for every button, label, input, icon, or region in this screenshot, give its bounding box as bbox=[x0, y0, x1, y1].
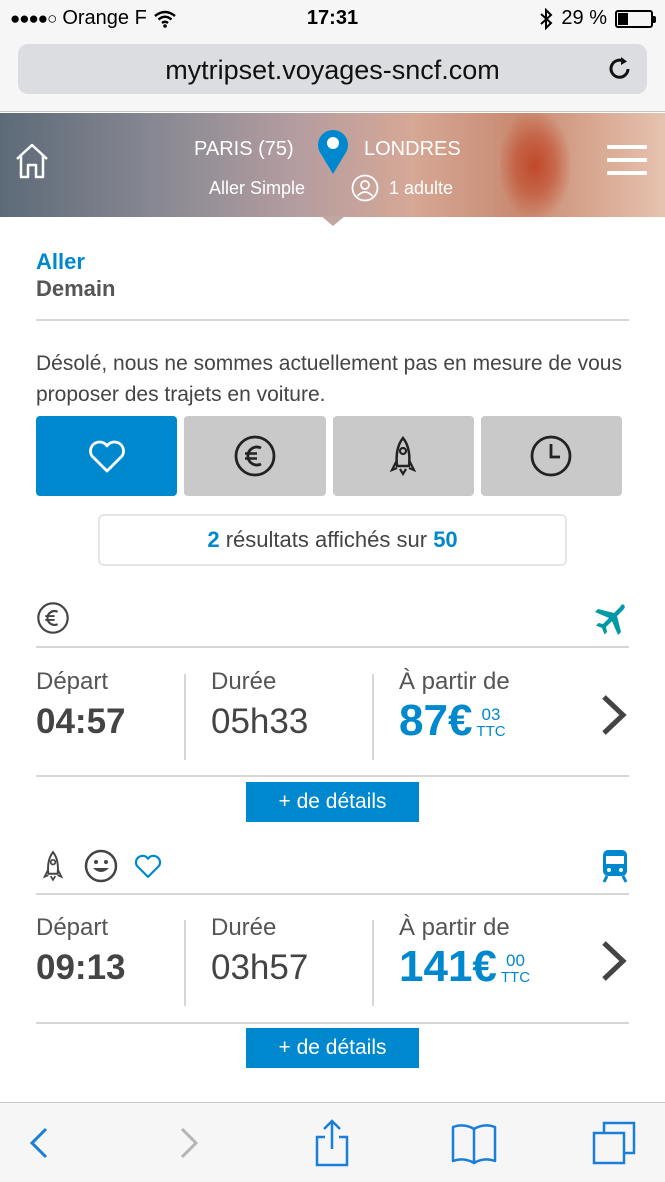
share-icon[interactable] bbox=[308, 1119, 356, 1167]
rocket-icon bbox=[42, 850, 64, 882]
status-bar: ●●●●○ Orange F 17:31 29 % bbox=[0, 0, 665, 38]
trip-header: PARIS (75) LONDRES Aller Simple 1 adulte bbox=[0, 113, 665, 217]
trip-type: Aller Simple bbox=[209, 178, 306, 198]
divider bbox=[36, 775, 629, 777]
price-cents-value: 03 bbox=[481, 705, 501, 724]
price-amount: 87€ bbox=[399, 696, 473, 745]
address-bar[interactable]: mytripset.voyages-sncf.com bbox=[18, 44, 647, 94]
column-divider bbox=[184, 920, 186, 1006]
duration-value: 05h33 bbox=[211, 702, 309, 741]
origin-city: PARIS (75) bbox=[194, 138, 294, 160]
smiley-icon bbox=[84, 849, 118, 883]
price-value: 87€ 03 TTC bbox=[399, 696, 510, 746]
duration-label: Durée bbox=[211, 914, 277, 941]
tabs-icon[interactable] bbox=[590, 1119, 638, 1167]
depart-time: 09:13 bbox=[36, 948, 126, 987]
header-background-image bbox=[500, 113, 570, 217]
chevron-right-icon[interactable] bbox=[599, 936, 629, 986]
reload-icon[interactable] bbox=[605, 54, 635, 84]
column-divider bbox=[372, 920, 374, 1006]
results-shown: 2 bbox=[207, 527, 220, 552]
price-label: À partir de bbox=[399, 668, 510, 695]
divider bbox=[36, 319, 629, 321]
passenger-count: 1 adulte bbox=[389, 177, 454, 198]
sort-tabs bbox=[36, 416, 622, 496]
plane-icon bbox=[595, 604, 625, 635]
offer-tags bbox=[36, 848, 629, 884]
no-car-notice: Désolé, nous ne sommes actuellement pas … bbox=[36, 352, 622, 406]
euro-icon bbox=[37, 602, 69, 634]
price-ttc: TTC bbox=[500, 969, 531, 986]
chevron-right-icon[interactable] bbox=[599, 690, 629, 740]
menu-icon[interactable] bbox=[607, 145, 647, 177]
browser-toolbar: mytripset.voyages-sncf.com bbox=[0, 38, 665, 112]
offer-tags bbox=[36, 601, 629, 637]
offer-card[interactable]: Départ 09:13 Durée 03h57 À partir de 141… bbox=[36, 914, 629, 1010]
journey-direction: Aller bbox=[36, 249, 85, 274]
price-amount: 141€ bbox=[399, 942, 497, 991]
column-divider bbox=[184, 674, 186, 760]
price-value: 141€ 00 TTC bbox=[399, 942, 530, 992]
price-cents: 03 TTC bbox=[476, 706, 505, 740]
train-icon bbox=[602, 850, 628, 883]
bookmarks-icon[interactable] bbox=[450, 1119, 498, 1167]
offer-card[interactable]: Départ 04:57 Durée 05h33 À partir de 87€… bbox=[36, 668, 629, 764]
price-cents: 00 TTC bbox=[501, 952, 530, 986]
home-icon[interactable] bbox=[14, 141, 50, 181]
details-button[interactable]: + de détails bbox=[246, 1028, 419, 1068]
divider bbox=[36, 1022, 629, 1024]
tab-earliest[interactable] bbox=[480, 416, 622, 496]
bluetooth-icon bbox=[540, 7, 553, 30]
divider bbox=[36, 893, 629, 895]
forward-icon[interactable] bbox=[162, 1119, 210, 1167]
tab-fastest[interactable] bbox=[332, 416, 474, 496]
heart-icon bbox=[88, 440, 125, 473]
rocket-icon bbox=[389, 435, 417, 477]
duration-label: Durée bbox=[211, 668, 277, 695]
heart-icon bbox=[134, 854, 162, 878]
location-pin-icon bbox=[318, 130, 348, 174]
depart-label: Départ bbox=[36, 668, 109, 695]
results-total: 50 bbox=[433, 527, 458, 552]
passenger-info: 1 adulte bbox=[351, 174, 453, 202]
battery-icon bbox=[615, 9, 656, 28]
url-text: mytripset.voyages-sncf.com bbox=[165, 55, 500, 85]
user-icon bbox=[351, 174, 379, 202]
details-button[interactable]: + de détails bbox=[246, 782, 419, 822]
browser-bottom-bar bbox=[0, 1102, 665, 1182]
depart-time: 04:57 bbox=[36, 702, 126, 741]
header-pointer bbox=[321, 216, 345, 226]
destination-city: LONDRES bbox=[364, 138, 461, 160]
clock-icon bbox=[530, 435, 572, 477]
price-cents-value: 00 bbox=[506, 951, 525, 970]
journey-date: Demain bbox=[36, 276, 116, 301]
price-ttc: TTC bbox=[476, 723, 506, 740]
tab-favorite[interactable] bbox=[36, 416, 178, 496]
column-divider bbox=[372, 674, 374, 760]
results-label: résultats affichés sur bbox=[225, 527, 428, 552]
euro-icon bbox=[234, 435, 276, 477]
back-icon[interactable] bbox=[18, 1119, 66, 1167]
duration-value: 03h57 bbox=[211, 948, 309, 987]
tab-price[interactable] bbox=[184, 416, 326, 496]
price-label: À partir de bbox=[399, 914, 510, 941]
divider bbox=[36, 646, 629, 648]
depart-label: Départ bbox=[36, 914, 109, 941]
battery-percent: 29 % bbox=[561, 7, 607, 29]
results-count: 2 résultats affichés sur 50 bbox=[98, 514, 567, 566]
